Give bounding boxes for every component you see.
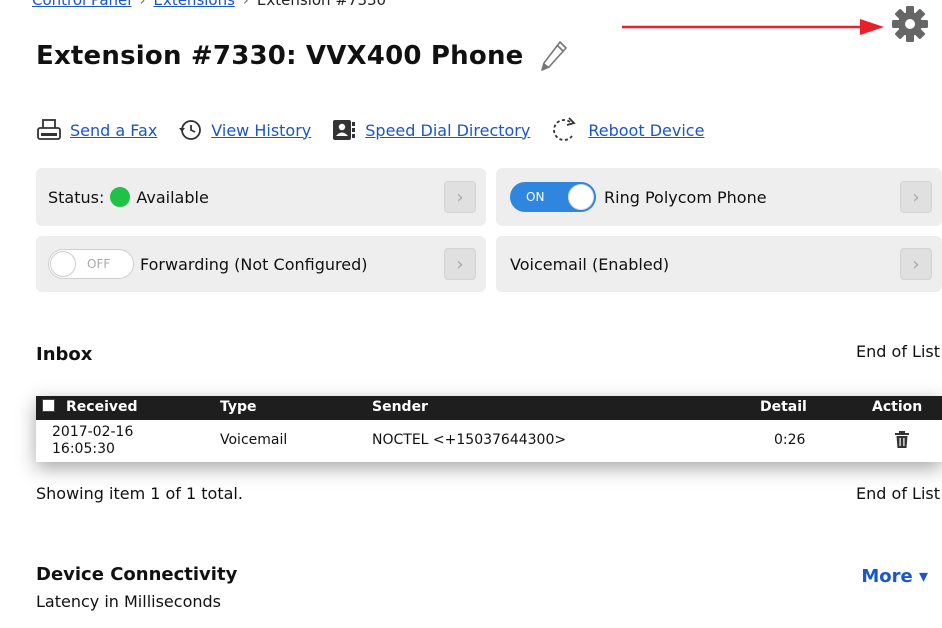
column-header-type[interactable]: Type <box>220 399 257 415</box>
column-header-action: Action <box>872 399 923 415</box>
forwarding-chevron-button[interactable]: › <box>444 248 476 280</box>
breadcrumb-separator: › <box>242 0 249 9</box>
gear-icon[interactable] <box>890 4 930 44</box>
received-time: 16:05:30 <box>52 441 115 457</box>
breadcrumb-current: Extension #7330 <box>256 0 387 9</box>
trash-icon[interactable] <box>894 431 910 449</box>
end-of-list-top: End of List <box>856 342 940 361</box>
latency-subtitle: Latency in Milliseconds <box>36 592 221 611</box>
fax-icon <box>37 119 61 140</box>
reboot-icon <box>553 117 577 141</box>
table-header: Received Type Sender Detail Action <box>36 396 942 420</box>
forwarding-toggle[interactable]: OFF <box>48 249 134 279</box>
red-arrow-icon <box>622 19 884 35</box>
table-row[interactable]: 2017-02-16 16:05:30 Voicemail NOCTEL <+1… <box>36 420 942 462</box>
voicemail-chevron-button[interactable]: › <box>900 248 932 280</box>
breadcrumb-link-extensions[interactable]: Extensions <box>153 0 234 9</box>
view-history-action[interactable]: View History <box>177 118 311 142</box>
inbox-table: Received Type Sender Detail Action 2017-… <box>36 396 942 462</box>
voicemail-label: Voicemail (Enabled) <box>510 254 670 274</box>
breadcrumb-link-control-panel[interactable]: Control Panel <box>32 0 131 9</box>
toggle-knob <box>50 251 76 277</box>
message-type: Voicemail <box>220 432 288 448</box>
forwarding-label: Forwarding (Not Configured) <box>140 254 368 274</box>
voicemail-tile[interactable]: Voicemail (Enabled) › <box>496 236 942 292</box>
ring-polycom-chevron-button[interactable]: › <box>900 181 932 213</box>
status-value: Available <box>136 187 209 207</box>
column-header-detail[interactable]: Detail <box>760 399 807 415</box>
message-sender: NOCTEL <+15037644300> <box>372 432 567 448</box>
history-icon <box>179 120 202 140</box>
breadcrumb-separator: › <box>139 0 146 9</box>
speed-dial-directory-link[interactable]: Speed Dial Directory <box>365 121 530 140</box>
more-dropdown-link[interactable]: More ▾ <box>861 566 928 587</box>
view-history-link[interactable]: View History <box>211 121 311 140</box>
contact-card-icon <box>333 120 356 140</box>
title-row: Extension #7330: VVX400 Phone <box>36 40 568 72</box>
status-label: Status: <box>48 187 105 207</box>
ring-polycom-toggle[interactable]: ON <box>510 182 596 212</box>
page-title: Extension #7330: VVX400 Phone <box>36 41 524 71</box>
status-chevron-button[interactable]: › <box>444 181 476 213</box>
status-available-icon <box>110 187 131 207</box>
action-links: Send a Fax View History Speed Dial Direc… <box>36 116 724 144</box>
speed-dial-action[interactable]: Speed Dial Directory <box>331 118 530 142</box>
received-date: 2017-02-16 <box>52 424 134 440</box>
toggle-knob <box>568 184 594 210</box>
pencil-edit-icon[interactable] <box>538 40 568 72</box>
toggle-state-label: OFF <box>87 257 111 271</box>
forwarding-tile[interactable]: OFF Forwarding (Not Configured) › <box>36 236 486 292</box>
ring-polycom-tile[interactable]: ON Ring Polycom Phone › <box>496 168 942 226</box>
column-header-received[interactable]: Received <box>66 399 138 415</box>
reboot-device-link[interactable]: Reboot Device <box>588 121 704 140</box>
breadcrumb: Control Panel › Extensions › Extension #7330 <box>32 0 386 9</box>
column-header-sender[interactable]: Sender <box>372 399 428 415</box>
pagination-summary: Showing item 1 of 1 total. <box>36 484 243 503</box>
send-fax-action[interactable]: Send a Fax <box>36 118 157 142</box>
reboot-device-action[interactable]: Reboot Device <box>550 116 704 144</box>
end-of-list-bottom: End of List <box>856 484 940 503</box>
message-detail: 0:26 <box>774 432 806 448</box>
ring-polycom-label: Ring Polycom Phone <box>604 187 767 207</box>
inbox-title: Inbox <box>36 344 93 365</box>
toggle-state-label: ON <box>526 190 545 204</box>
select-all-checkbox[interactable] <box>42 399 55 412</box>
device-connectivity-title: Device Connectivity <box>36 564 238 585</box>
status-tile[interactable]: Status: Available › <box>36 168 486 226</box>
send-fax-link[interactable]: Send a Fax <box>70 121 157 140</box>
